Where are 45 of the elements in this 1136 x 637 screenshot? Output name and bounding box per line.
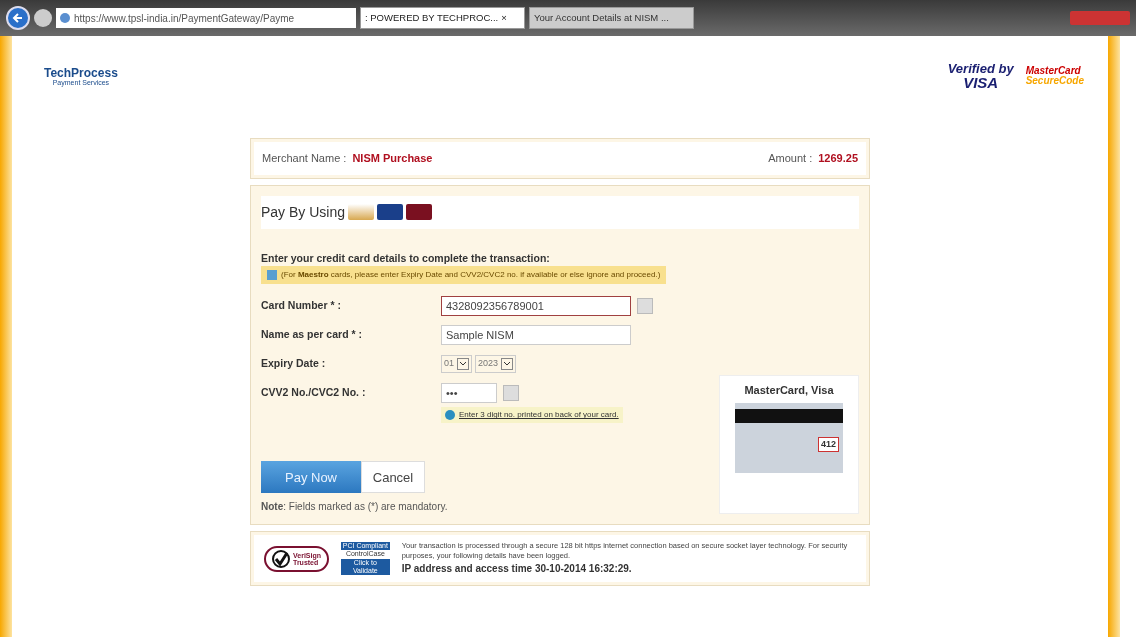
browser-tab[interactable]: Your Account Details at NISM ... [529,7,694,29]
input-field[interactable]: 4328092356789001 [441,295,631,316]
caret-icon [457,357,469,370]
field-label: Expiry Date : [261,355,327,371]
close-icon[interactable]: × [501,10,507,26]
amount-value: 1269.25 [818,151,858,166]
help-icon[interactable] [503,384,519,401]
merchant-name: NISM Purchase [352,151,433,166]
verified-by-text: Verified by [947,62,1014,75]
browser-tab[interactable]: : POWERED BY TECHPROC... × [360,7,525,29]
back-button[interactable] [6,6,30,30]
input-field[interactable]: Sample NISM [441,324,631,345]
amount-label: Amount : [768,151,813,166]
pay-by-label: Pay By Using [261,202,346,222]
address-text: https://www.tpsl-india.in/PaymentGateway/Payme [74,11,295,26]
caret-icon [501,357,514,370]
merchant-label: Merchant Name : [262,151,347,166]
cancel-button[interactable]: Cancel [361,461,425,494]
visa-card-icon [348,204,375,220]
field-label: Card Number * : [261,297,342,313]
cvv-number: 412 [817,436,839,453]
card-image-title: MasterCard, Visa [744,383,834,399]
ip-text: IP address and access time 30-10-2014 16:32:29. [401,561,633,576]
help-icon[interactable] [637,297,653,314]
note-text: Note: Fields marked as (*) are mandatory. [261,500,449,515]
instructions-text: Enter your credit card details to complete the transaction: [261,250,551,266]
field-label: CVV2 No./CVC2 No. : [261,384,367,400]
year-select[interactable]: 2023 [475,354,517,373]
visa-text: VISA [962,75,999,90]
forward-button[interactable] [34,9,52,27]
notice-text: (For Maestro cards, please enter Expiry Date and CVV2/CVC2 no. if available or else ignore and proceed.) [281,269,661,282]
address-bar[interactable]: https://www.tpsl-india.in/PaymentGateway/Payme [56,8,356,28]
maestro-card-icon [377,204,404,220]
mastercard-text: MasterCard [1025,66,1082,76]
arrow-left-icon [12,12,24,24]
help-icon [445,410,455,421]
cvv-field[interactable]: ••• [441,382,497,403]
month-select[interactable]: 01 [441,354,472,373]
checkmark-icon [272,549,290,568]
logo-title: TechProcess [44,66,118,79]
field-label: Name as per card * : [261,326,363,342]
info-icon [267,270,277,281]
globe-icon [60,13,70,23]
securecode-text: SecureCode [1025,76,1084,86]
mastercard-icon [406,204,433,220]
